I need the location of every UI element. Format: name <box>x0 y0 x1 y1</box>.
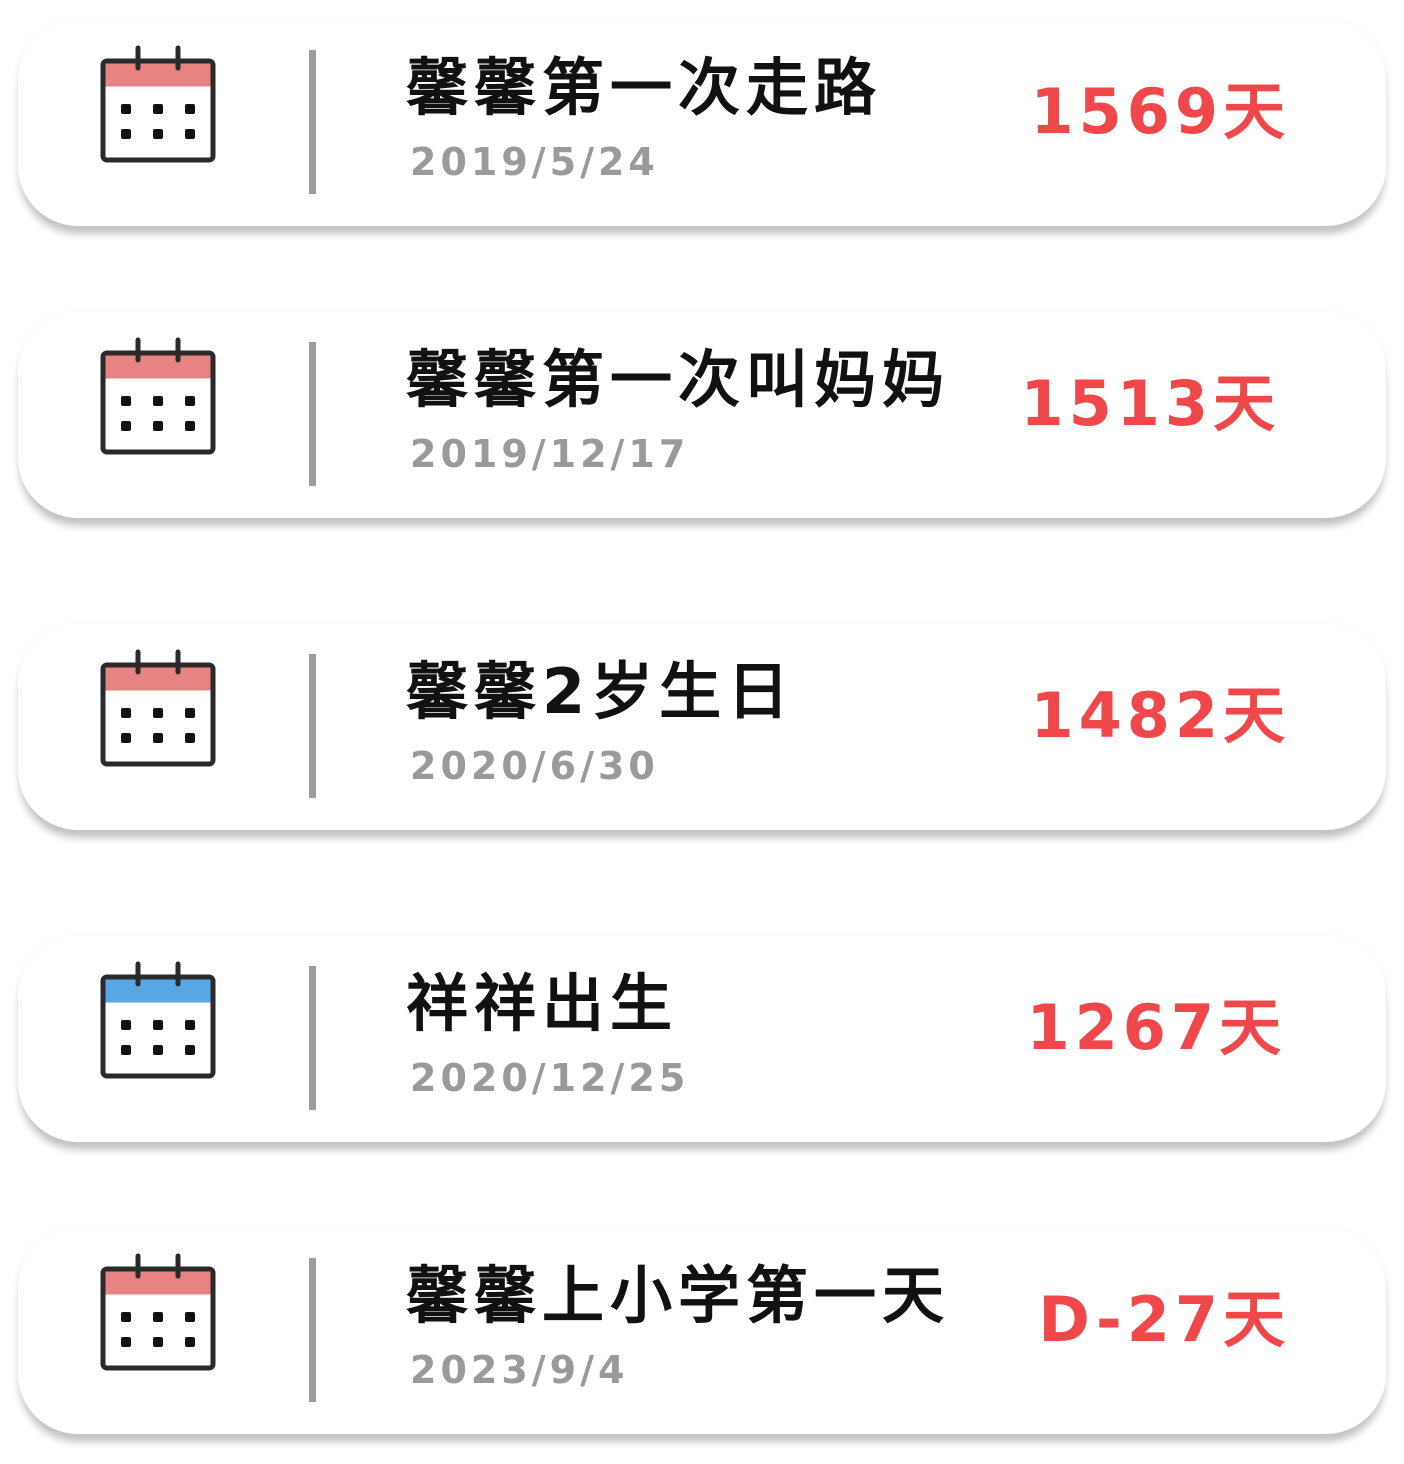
day-count: 1267天 <box>1026 991 1286 1064</box>
event-card[interactable]: 馨馨第一次走路 2019/5/24 1569天 <box>18 20 1386 226</box>
event-card[interactable]: 馨馨第一次叫妈妈 2019/12/17 1513天 <box>18 312 1386 518</box>
event-title: 馨馨2岁生日 <box>406 655 796 728</box>
day-count: D-27天 <box>1038 1283 1290 1356</box>
event-date: 2019/12/17 <box>410 432 690 476</box>
event-date: 2019/5/24 <box>410 140 659 184</box>
event-date: 2020/6/30 <box>410 744 659 788</box>
event-card[interactable]: 馨馨2岁生日 2020/6/30 1482天 <box>18 624 1386 830</box>
day-count: 1513天 <box>1020 367 1280 440</box>
event-date: 2020/12/25 <box>410 1056 690 1100</box>
calendar-icon <box>100 1252 216 1372</box>
event-title: 馨馨第一次走路 <box>406 51 883 124</box>
event-card[interactable]: 馨馨上小学第一天 2023/9/4 D-27天 <box>18 1228 1386 1434</box>
event-title: 馨馨第一次叫妈妈 <box>406 343 951 416</box>
calendar-icon <box>100 44 216 164</box>
divider <box>309 966 316 1110</box>
divider <box>309 342 316 486</box>
day-count: 1482天 <box>1030 679 1290 752</box>
event-card[interactable]: 祥祥出生 2020/12/25 1267天 <box>18 936 1386 1142</box>
calendar-icon <box>100 336 216 456</box>
divider <box>309 1258 316 1402</box>
day-count: 1569天 <box>1030 75 1290 148</box>
event-title: 祥祥出生 <box>406 967 679 1040</box>
divider <box>309 50 316 194</box>
divider <box>309 654 316 798</box>
calendar-icon <box>100 648 216 768</box>
calendar-icon <box>100 960 216 1080</box>
event-date: 2023/9/4 <box>410 1348 629 1392</box>
event-title: 馨馨上小学第一天 <box>406 1259 951 1332</box>
